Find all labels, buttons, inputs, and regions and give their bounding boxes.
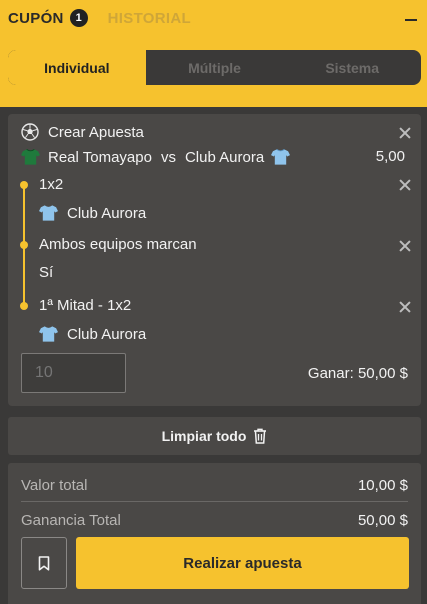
bet-builder-title: Crear Apuesta: [48, 123, 144, 141]
betslip-tabs: CUPÓN 1 HISTORIAL: [8, 9, 191, 27]
total-profit-row: Ganancia Total 50,00 $: [21, 512, 408, 529]
bet-odds: 5,00: [375, 148, 405, 165]
cupon-count-badge: 1: [69, 9, 88, 27]
selection-3-pick: Club Aurora: [67, 325, 147, 343]
total-value-label: Valor total: [21, 477, 88, 494]
selection-2-market: Ambos equipos marcan: [39, 236, 197, 253]
timeline-dot: [20, 181, 28, 189]
selection-3-pick-row: Club Aurora: [39, 325, 146, 343]
tab-historial[interactable]: HISTORIAL: [108, 10, 191, 27]
bookmark-icon: [38, 555, 50, 571]
match-row: Real Tomayapo vs Club Aurora: [21, 148, 291, 166]
collapse-icon[interactable]: [405, 19, 417, 21]
win-value: 50,00 $: [357, 365, 408, 382]
trash-icon: [254, 428, 267, 444]
selection-1-pick: Club Aurora: [67, 204, 147, 222]
bet-type-selector: Individual Múltiple Sistema: [8, 50, 421, 85]
selection-3-market: 1ª Mitad - 1x2: [39, 297, 132, 314]
total-profit-label: Ganancia Total: [21, 512, 121, 529]
soccer-ball-icon: [21, 123, 39, 141]
clear-all-button[interactable]: Limpiar todo: [8, 417, 421, 455]
home-jersey-icon: [21, 149, 40, 165]
jersey-light-blue-icon: [39, 205, 58, 221]
remove-bet-close-icon[interactable]: [399, 127, 411, 139]
tab-cupon[interactable]: CUPÓN: [8, 10, 64, 27]
clear-all-label: Limpiar todo: [161, 428, 247, 444]
selection-1-market: 1x2: [39, 176, 64, 193]
bet-type-multiple[interactable]: Múltiple: [146, 50, 284, 85]
away-jersey-icon: [271, 149, 291, 165]
remove-selection-2-close-icon[interactable]: [399, 240, 411, 252]
selection-2-pick: Sí: [39, 264, 54, 281]
home-team-name: Real Tomayapo: [48, 148, 152, 166]
selection-1-pick-row: Club Aurora: [39, 204, 146, 222]
betslip-header: CUPÓN 1 HISTORIAL Individual Múltiple Si…: [0, 0, 427, 107]
summary-divider: [21, 501, 408, 502]
remove-selection-3-close-icon[interactable]: [399, 301, 411, 313]
remove-selection-1-close-icon[interactable]: [399, 179, 411, 191]
save-bet-button[interactable]: [21, 537, 67, 589]
total-value: 10,00 $: [357, 477, 408, 494]
bet-type-individual[interactable]: Individual: [8, 50, 146, 85]
bet-builder-title-row: Crear Apuesta: [21, 123, 144, 141]
away-team-name: Club Aurora: [184, 148, 265, 166]
place-bet-button[interactable]: Realizar apuesta: [76, 537, 409, 589]
total-value-row: Valor total 10,00 $: [21, 477, 408, 494]
potential-win: Ganar: 50,00 $: [308, 365, 408, 382]
bet-type-sistema[interactable]: Sistema: [283, 50, 421, 85]
win-label: Ganar:: [307, 365, 354, 382]
jersey-light-blue-icon: [39, 326, 58, 342]
vs-label: vs: [160, 148, 176, 166]
total-profit-value: 50,00 $: [357, 512, 408, 529]
timeline-dot: [20, 241, 28, 249]
timeline-dot: [20, 302, 28, 310]
stake-input[interactable]: [21, 353, 126, 393]
